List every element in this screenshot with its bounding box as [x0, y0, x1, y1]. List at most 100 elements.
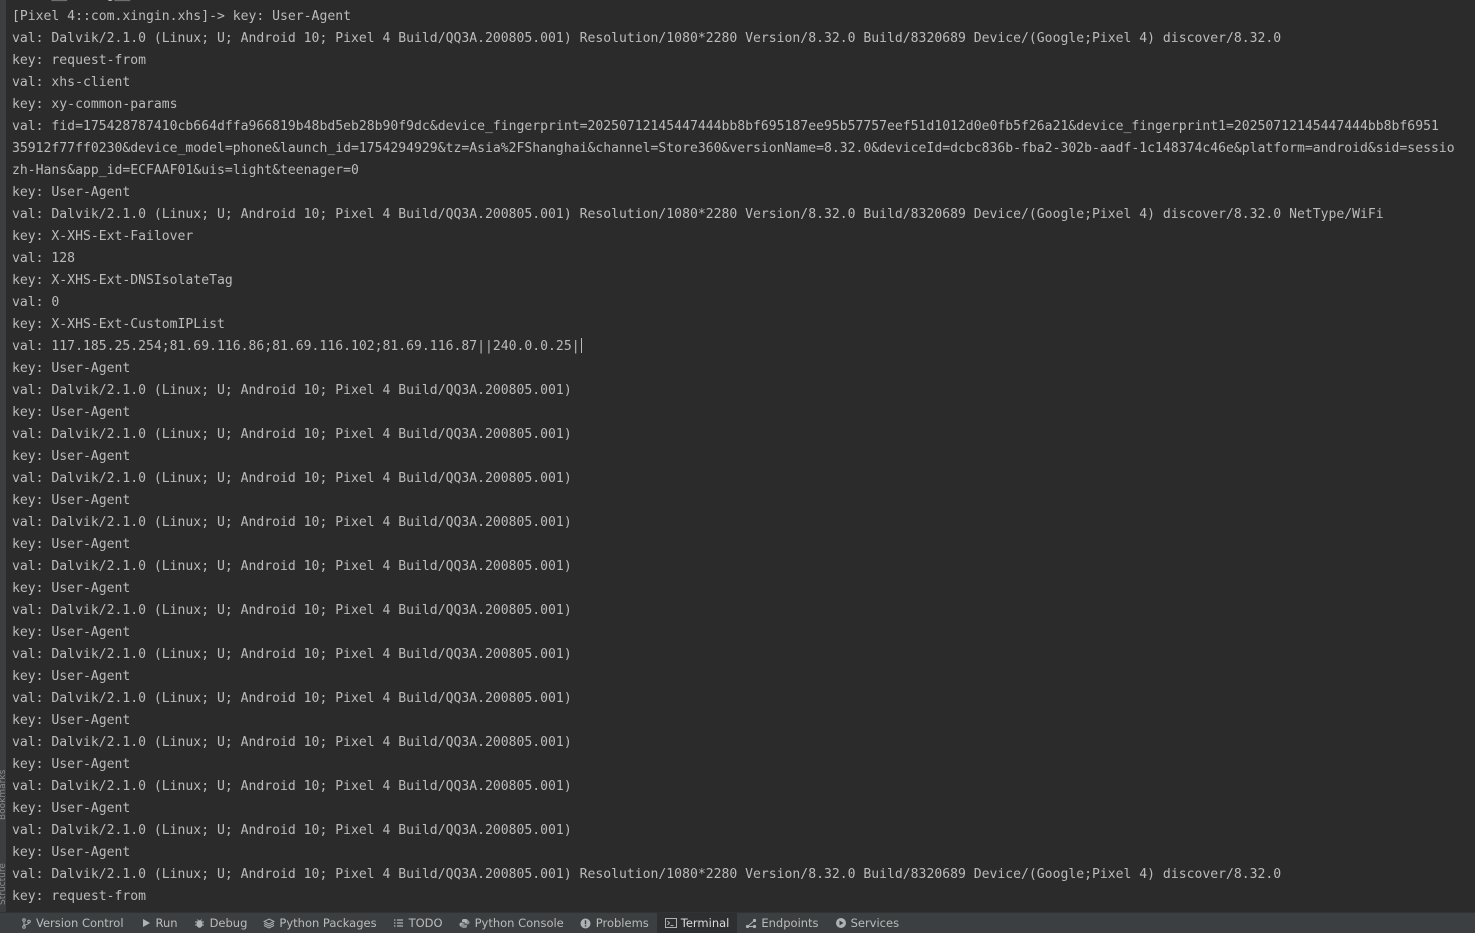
- terminal-line-text: key: xy-common-params: [12, 97, 178, 112]
- terminal-line: val: Dalvik/2.1.0 (Linux; U; Android 10;…: [12, 688, 1455, 710]
- terminal-line: key: User-Agent: [12, 358, 1455, 380]
- terminal-line: key: User-Agent: [12, 182, 1455, 204]
- terminal-line: val: Dalvik/2.1.0 (Linux; U; Android 10;…: [12, 28, 1455, 50]
- terminal-line-text: val: Dalvik/2.1.0 (Linux; U; Android 10;…: [12, 515, 572, 530]
- terminal-line: val: 128: [12, 248, 1455, 270]
- terminal-line: zh-Hans&app_id=ECFAAF01&uis=light&teenag…: [12, 160, 1455, 182]
- tool-tab-terminal[interactable]: Terminal: [656, 912, 738, 933]
- terminal-line-text: val: Dalvik/2.1.0 (Linux; U; Android 10;…: [12, 471, 572, 486]
- left-tool-strip: Bookmarks Structure: [0, 0, 6, 912]
- terminal-line: key: User-Agent: [12, 490, 1455, 512]
- bookmarks-side-tab[interactable]: Bookmarks: [0, 735, 6, 820]
- terminal-line-text: key: User-Agent: [12, 449, 131, 464]
- terminal-line-text: key: User-Agent: [12, 361, 131, 376]
- terminal-line: key: User-Agent: [12, 534, 1455, 556]
- terminal-line-text: val: __string__: [12, 0, 130, 2]
- terminal-line-text: key: User-Agent: [12, 185, 131, 200]
- terminal-line: key: User-Agent: [12, 754, 1455, 776]
- tool-tab-debug[interactable]: Debug: [186, 913, 256, 933]
- terminal-line-text: key: User-Agent: [12, 625, 131, 640]
- terminal-line: val: 117.185.25.254;81.69.116.86;81.69.1…: [12, 336, 1455, 358]
- terminal-line-text: key: User-Agent: [12, 581, 131, 596]
- terminal-line: val: Dalvik/2.1.0 (Linux; U; Android 10;…: [12, 556, 1455, 578]
- terminal-line-text: val: xhs-client: [12, 75, 131, 90]
- terminal-icon: [664, 917, 677, 929]
- tool-tab-label: Problems: [595, 916, 649, 930]
- play-icon: [140, 917, 152, 929]
- terminal-line: val: Dalvik/2.1.0 (Linux; U; Android 10;…: [12, 776, 1455, 798]
- terminal-line: val: Dalvik/2.1.0 (Linux; U; Android 10;…: [12, 600, 1455, 622]
- python-icon: [459, 917, 471, 929]
- terminal-line-text: key: request-from: [12, 889, 147, 904]
- terminal-line-text: val: 0: [12, 295, 60, 310]
- layers-icon: [263, 917, 276, 929]
- tool-tab-todo[interactable]: TODO: [385, 913, 451, 933]
- terminal-line-text: key: request-from: [12, 53, 147, 68]
- terminal-line: val: 0: [12, 292, 1455, 314]
- terminal-line: key: User-Agent: [12, 578, 1455, 600]
- tool-tab-endpoints[interactable]: Endpoints: [737, 913, 826, 933]
- terminal-line: val: Dalvik/2.1.0 (Linux; U; Android 10;…: [12, 820, 1455, 842]
- terminal-line-text: val: 128: [12, 251, 76, 266]
- tool-tab-label: Services: [850, 916, 900, 930]
- terminal-line: 35912f77ff0230&device_model=phone&launch…: [12, 138, 1455, 160]
- terminal-line: val: Dalvik/2.1.0 (Linux; U; Android 10;…: [12, 204, 1455, 226]
- terminal-line: val: Dalvik/2.1.0 (Linux; U; Android 10;…: [12, 380, 1455, 402]
- terminal-line: key: xy-common-params: [12, 94, 1455, 116]
- tool-tab-python-console[interactable]: Python Console: [451, 913, 572, 933]
- terminal-line-text: key: User-Agent: [12, 493, 131, 508]
- terminal-line-text: val: Dalvik/2.1.0 (Linux; U; Android 10;…: [12, 647, 572, 662]
- tool-tab-version-control[interactable]: Version Control: [12, 913, 132, 933]
- terminal-line: key: X-XHS-Ext-Failover: [12, 226, 1455, 248]
- terminal-line-text: val: Dalvik/2.1.0 (Linux; U; Android 10;…: [12, 779, 572, 794]
- tool-tab-label: TODO: [408, 916, 443, 930]
- tool-tab-label: Python Packages: [279, 916, 377, 930]
- bug-icon: [194, 917, 206, 929]
- terminal-line-text: key: User-Agent: [12, 669, 131, 684]
- terminal-line-text: [Pixel 4::com.xingin.xhs]-> key: User-Ag…: [12, 9, 351, 24]
- text-cursor: [580, 338, 582, 353]
- terminal-line: val: xhs-client: [12, 72, 1455, 94]
- terminal-line-text: val: Dalvik/2.1.0 (Linux; U; Android 10;…: [12, 691, 572, 706]
- terminal-line: [Pixel 4::com.xingin.xhs]-> key: User-Ag…: [12, 6, 1455, 28]
- terminal-line: val: Dalvik/2.1.0 (Linux; U; Android 10;…: [12, 512, 1455, 534]
- branch-icon: [20, 917, 32, 929]
- tool-tab-problems[interactable]: Problems: [572, 913, 657, 933]
- terminal-lines: val: __string__[Pixel 4::com.xingin.xhs]…: [12, 0, 1455, 908]
- terminal-line-text: key: User-Agent: [12, 405, 131, 420]
- terminal-line-text: val: fid=175428787410cb664dffa966819b48b…: [12, 119, 1439, 134]
- terminal-line-text: 35912f77ff0230&device_model=phone&launch…: [12, 141, 1455, 156]
- terminal-line-text: val: Dalvik/2.1.0 (Linux; U; Android 10;…: [12, 31, 1282, 46]
- terminal-line: key: User-Agent: [12, 710, 1455, 732]
- terminal-line: val: Dalvik/2.1.0 (Linux; U; Android 10;…: [12, 864, 1455, 886]
- terminal-line: key: User-Agent: [12, 666, 1455, 688]
- terminal-line: val: fid=175428787410cb664dffa966819b48b…: [12, 116, 1455, 138]
- terminal-line-text: key: User-Agent: [12, 845, 131, 860]
- terminal-line-text: key: X-XHS-Ext-CustomIPList: [12, 317, 225, 332]
- terminal-output[interactable]: val: __string__[Pixel 4::com.xingin.xhs]…: [12, 0, 1475, 910]
- ide-window: Bookmarks Structure val: __string__[Pixe…: [0, 0, 1475, 933]
- terminal-line: val: Dalvik/2.1.0 (Linux; U; Android 10;…: [12, 424, 1455, 446]
- terminal-line: val: Dalvik/2.1.0 (Linux; U; Android 10;…: [12, 644, 1455, 666]
- terminal-line-text: key: User-Agent: [12, 757, 131, 772]
- terminal-line-text: zh-Hans&app_id=ECFAAF01&uis=light&teenag…: [12, 163, 359, 178]
- tool-tab-services[interactable]: Services: [827, 913, 908, 933]
- tool-tab-python-packages[interactable]: Python Packages: [255, 913, 384, 933]
- terminal-line-text: val: Dalvik/2.1.0 (Linux; U; Android 10;…: [12, 207, 1384, 222]
- info-icon: [580, 917, 592, 929]
- tool-tab-label: Run: [155, 916, 178, 930]
- tool-tab-run[interactable]: Run: [132, 913, 186, 933]
- terminal-line: key: User-Agent: [12, 842, 1455, 864]
- terminal-line: key: X-XHS-Ext-DNSIsolateTag: [12, 270, 1455, 292]
- terminal-line-text: val: 117.185.25.254;81.69.116.86;81.69.1…: [12, 339, 580, 354]
- terminal-line-text: key: X-XHS-Ext-DNSIsolateTag: [12, 273, 233, 288]
- terminal-line: key: request-from: [12, 50, 1455, 72]
- terminal-line: val: Dalvik/2.1.0 (Linux; U; Android 10;…: [12, 732, 1455, 754]
- terminal-line-text: val: Dalvik/2.1.0 (Linux; U; Android 10;…: [12, 603, 572, 618]
- terminal-line-text: key: User-Agent: [12, 537, 131, 552]
- terminal-line: key: request-from: [12, 886, 1455, 908]
- tool-tab-label: Terminal: [680, 916, 730, 930]
- services-icon: [835, 917, 847, 929]
- structure-side-tab[interactable]: Structure: [0, 830, 6, 905]
- terminal-line-text: key: User-Agent: [12, 713, 131, 728]
